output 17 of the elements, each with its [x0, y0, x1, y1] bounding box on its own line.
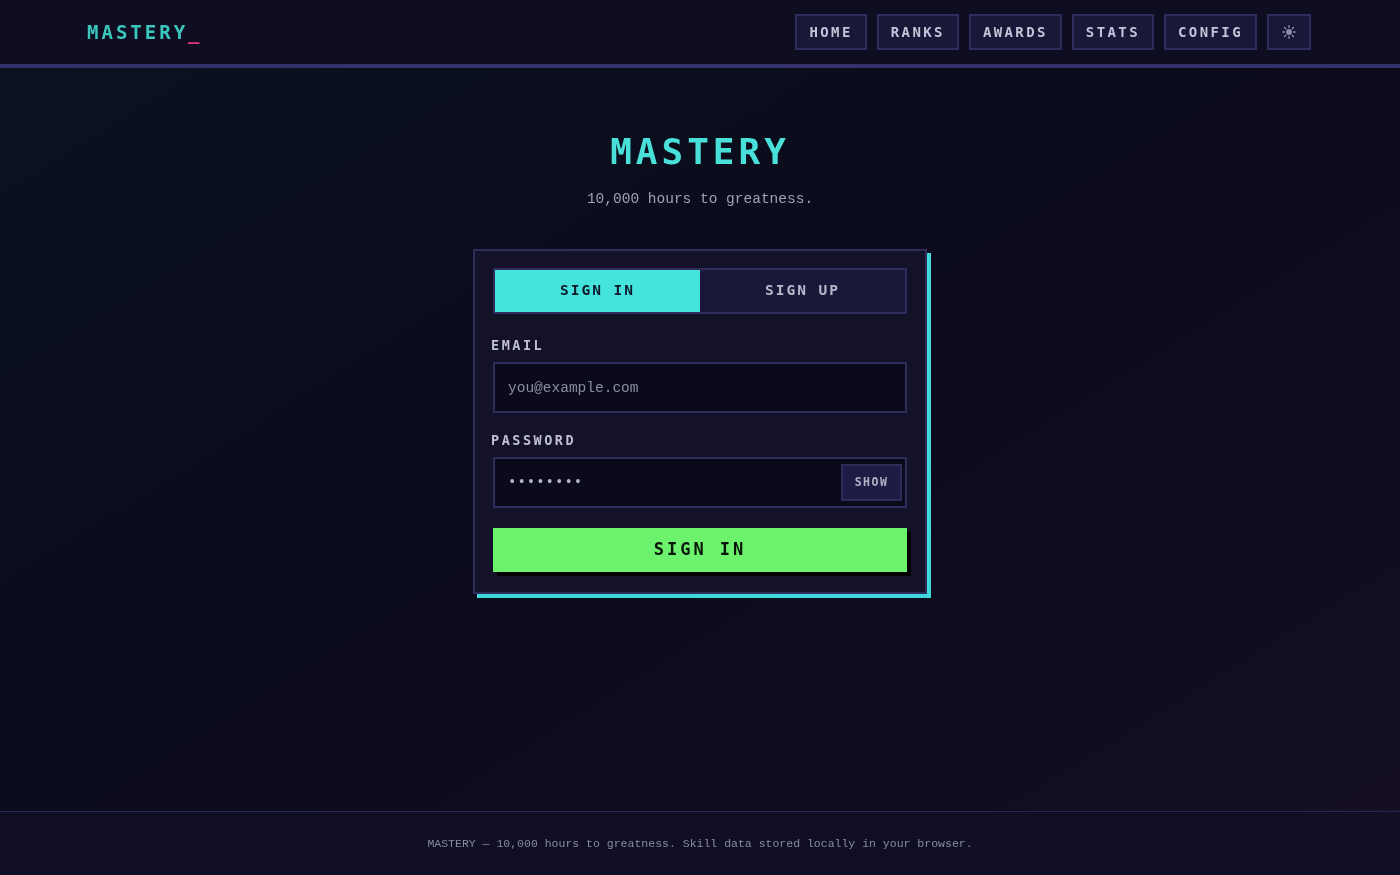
- field-label: PASSWORD: [491, 431, 577, 449]
- show-password-button[interactable]: SHOW: [841, 464, 902, 501]
- tab[interactable]: SIGN IN: [495, 270, 700, 312]
- nav-button[interactable]: RANKS: [876, 14, 959, 50]
- page-title: MASTERY: [610, 130, 790, 174]
- field-label: EMAIL: [491, 336, 545, 354]
- theme-toggle-button[interactable]: [1267, 14, 1311, 50]
- nav-button[interactable]: HOME: [795, 14, 867, 50]
- nav-button[interactable]: AWARDS: [968, 14, 1062, 50]
- sun-icon: [1282, 25, 1296, 39]
- footer-text: MASTERY — 10,000 hours to greatness. Skill data stored locally in your browser.: [427, 835, 973, 852]
- nav-button[interactable]: CONFIG: [1164, 14, 1257, 50]
- tagline: 10,000 hours to greatness.: [586, 190, 814, 209]
- logo[interactable]: MASTERY_: [87, 17, 203, 47]
- nav-button[interactable]: STATS: [1071, 14, 1154, 50]
- password-field[interactable]: •••••••• SHOW: [493, 457, 907, 508]
- email-field[interactable]: you@example.com: [493, 362, 907, 413]
